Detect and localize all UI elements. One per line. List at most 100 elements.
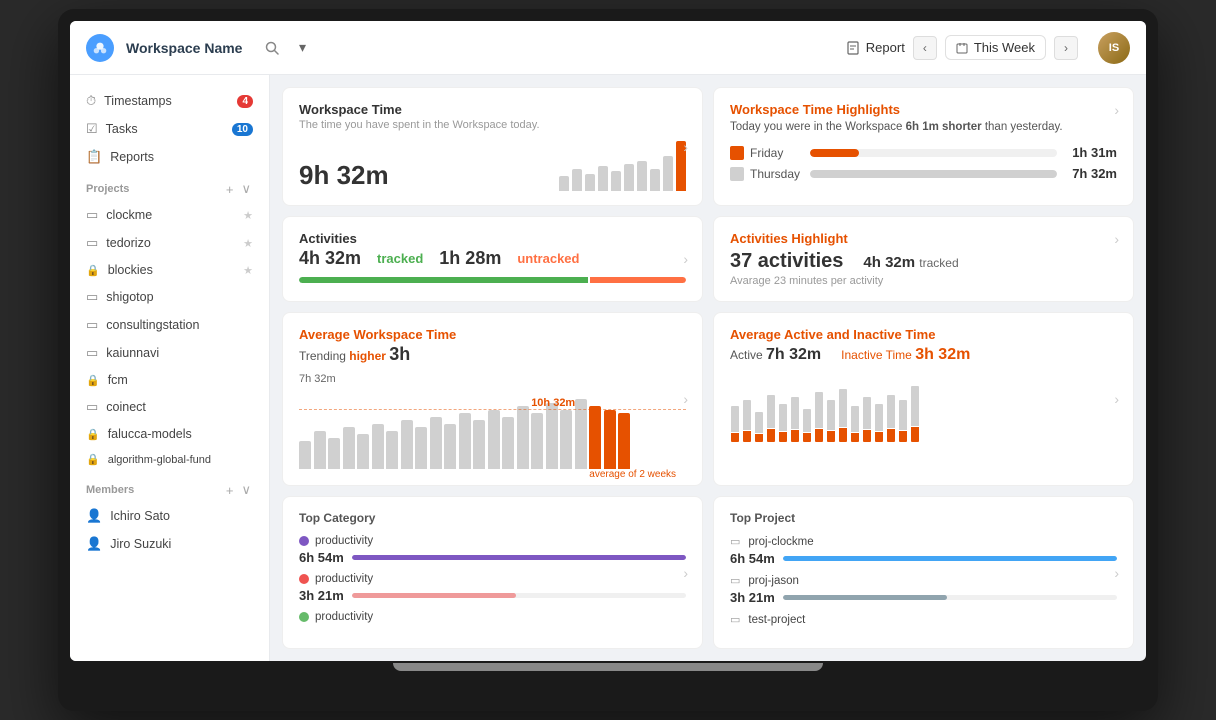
add-project-button[interactable]: + (224, 181, 236, 197)
card-arrow-icon: › (683, 565, 688, 581)
workspace-time-title: Workspace Time (299, 102, 686, 117)
sidebar-item-kaiunnavi[interactable]: ▭ kaiunnavi (70, 339, 269, 367)
sidebar-item-tedorizo[interactable]: ▭ tedorizo ★ (70, 229, 269, 257)
projects-actions: + ∨ (224, 181, 253, 197)
avg-trend: Trending higher 3h (299, 344, 686, 365)
category-dot-2 (299, 574, 309, 584)
thursday-row: Thursday 7h 32m (730, 166, 1117, 181)
tracked-label: tracked (377, 251, 423, 266)
header-nav: Report ‹ This Week › (846, 35, 1078, 60)
tracked-bar (299, 277, 588, 283)
week-selector[interactable]: This Week (945, 35, 1046, 60)
activities-row: 4h 32m tracked 1h 28m untracked (299, 248, 686, 269)
sidebar-item-jiro-suzuki[interactable]: 👤 Jiro Suzuki (70, 530, 269, 558)
card-top-arrow-icon: › (1114, 102, 1119, 118)
reports-label: Reports (110, 150, 253, 164)
highlights-subtitle: Today you were in the Workspace 6h 1m sh… (730, 121, 1117, 133)
collapse-projects-button[interactable]: ∨ (239, 181, 253, 197)
project-bar-fill-1 (783, 556, 1117, 561)
sidebar-item-timestamps[interactable]: ⏱ Timestamps 4 (70, 87, 269, 115)
thursday-text: Thursday (750, 167, 800, 181)
avg-base-value: 7h 32m (299, 373, 686, 385)
screen: Workspace Name ▾ R (70, 21, 1146, 661)
projects-section-label: Projects (86, 183, 129, 195)
laptop-frame: Workspace Name ▾ R (58, 9, 1158, 711)
sidebar-item-coinect[interactable]: ▭ coinect (70, 393, 269, 421)
category-value-1: 6h 54m (299, 550, 344, 565)
prev-week-button[interactable]: ‹ (913, 36, 937, 60)
project-label-2: proj-jason (748, 575, 799, 587)
top-project-row-3: ▭ test-project (730, 613, 1117, 626)
folder-icon-2: ▭ (730, 574, 740, 587)
category-bar-fill-2 (352, 593, 516, 598)
category-2-bar-row: 3h 21m (299, 588, 686, 603)
workspace-time-content: 9h 32m (299, 141, 686, 191)
friday-text: Friday (750, 146, 783, 160)
top-category-row-3: productivity (299, 611, 686, 623)
top-category-row-1-header: productivity (299, 535, 686, 547)
lock-icon: 🔒 (86, 453, 100, 466)
inactive-value: 3h 32m (915, 346, 970, 363)
card-top-arrow-icon: › (1114, 231, 1119, 247)
sidebar-item-falucca-models[interactable]: 🔒 falucca-models (70, 421, 269, 447)
active-label-text: Active 7h 32m (730, 346, 821, 364)
sidebar-item-reports[interactable]: 📋 Reports (70, 143, 269, 171)
top-project-row-1: ▭ proj-clockme 6h 54m (730, 535, 1117, 566)
project-label-1: proj-clockme (748, 536, 813, 548)
star-icon: ★ (243, 237, 253, 250)
project-bar-bg-1 (783, 556, 1117, 561)
workspace-highlights-card: Workspace Time Highlights Today you were… (713, 87, 1134, 206)
top-project-row-2: ▭ proj-jason 3h 21m (730, 574, 1117, 605)
avg-workspace-chart-container: 7h 32m 10h 32m average of 2 weeks (299, 373, 686, 473)
avg-active-title: Average Active and Inactive Time (730, 327, 1117, 342)
card-arrow-icon: › (683, 139, 688, 155)
tasks-label: Tasks (106, 122, 224, 136)
folder-icon: ▭ (86, 399, 98, 415)
members-section-header: Members + ∨ (70, 472, 269, 502)
card-arrow-icon: › (1114, 391, 1119, 407)
project-2-bar-row: 3h 21m (730, 590, 1117, 605)
friday-color-box (730, 146, 744, 160)
add-member-button[interactable]: + (224, 482, 236, 498)
category-label-3: productivity (315, 611, 373, 623)
sidebar-item-blockies[interactable]: 🔒 blockies ★ (70, 257, 269, 283)
avg-weeks-label: average of 2 weeks (589, 469, 676, 480)
activity-progress-bar (299, 277, 686, 283)
star-icon: ★ (243, 209, 253, 222)
member-avatar-icon: 👤 (86, 508, 102, 524)
sidebar-item-clockme[interactable]: ▭ clockme ★ (70, 201, 269, 229)
workspace-time-card: Workspace Time The time you have spent i… (282, 87, 703, 206)
thursday-color-box (730, 167, 744, 181)
activities-card: Activities 4h 32m tracked 1h 28m untrack… (282, 216, 703, 302)
top-category-row-2: productivity 3h 21m (299, 573, 686, 603)
search-button[interactable] (260, 36, 284, 60)
collapse-members-button[interactable]: ∨ (239, 482, 253, 498)
laptop-notch (393, 663, 823, 671)
top-project-title: Top Project (730, 511, 1117, 525)
dropdown-button[interactable]: ▾ (290, 36, 314, 60)
user-avatar[interactable]: IS (1098, 32, 1130, 64)
next-week-button[interactable]: › (1054, 36, 1078, 60)
sidebar-item-ichiro-sato[interactable]: 👤 Ichiro Sato (70, 502, 269, 530)
folder-icon: ▭ (86, 235, 98, 251)
sidebar-item-algorithm-global-fund[interactable]: 🔒 algorithm-global-fund (70, 447, 269, 472)
activities-title: Activities (299, 231, 686, 246)
sidebar-item-consultingstation[interactable]: ▭ consultingstation (70, 311, 269, 339)
category-value-2: 3h 21m (299, 588, 344, 603)
top-category-row-1: productivity 6h 54m (299, 535, 686, 565)
member-avatar-icon: 👤 (86, 536, 102, 552)
avg-workspace-card: Average Workspace Time Trending higher 3… (282, 312, 703, 486)
workspace-time-chart (559, 141, 686, 191)
sidebar-item-tasks[interactable]: ☑ Tasks 10 (70, 115, 269, 143)
activities-highlight-title: Activities Highlight (730, 231, 1117, 246)
project-bar-bg-2 (783, 595, 1117, 600)
folder-icon-3: ▭ (730, 613, 740, 626)
top-project-row-2-header: ▭ proj-jason (730, 574, 1117, 587)
folder-icon-1: ▭ (730, 535, 740, 548)
sidebar-item-shigotop[interactable]: ▭ shigotop (70, 283, 269, 311)
avg-active-card: Average Active and Inactive Time Active … (713, 312, 1134, 486)
top-category-row-3-header: productivity (299, 611, 686, 623)
card-arrow-icon: › (1114, 565, 1119, 581)
sidebar-item-fcm[interactable]: 🔒 fcm (70, 367, 269, 393)
untracked-value: 1h 28m (439, 248, 501, 269)
